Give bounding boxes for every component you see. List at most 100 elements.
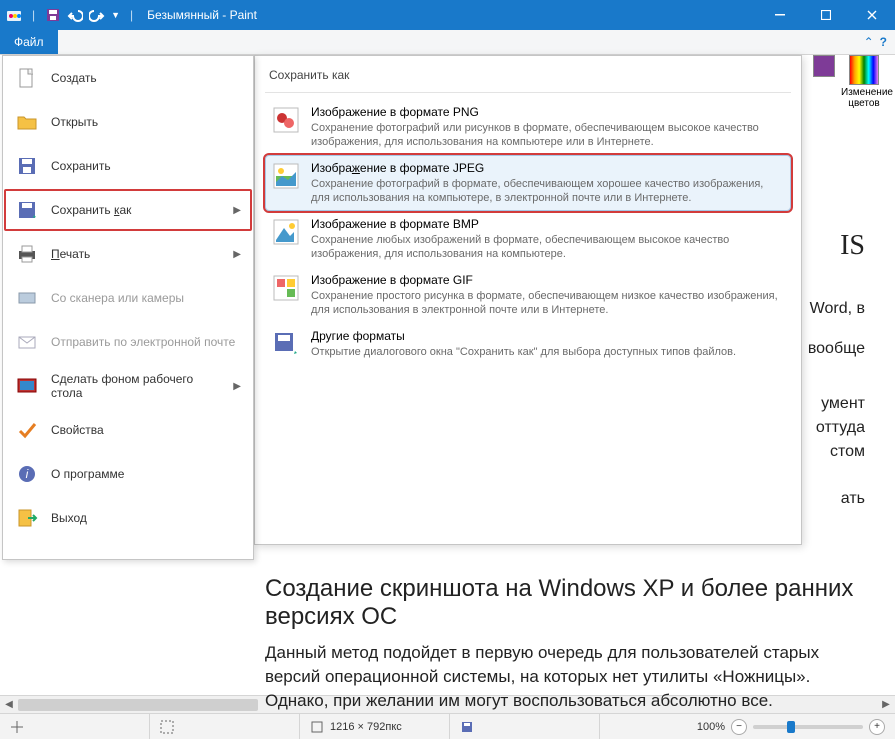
save-as-png[interactable]: Изображение в формате PNG Сохранение фот… (265, 99, 791, 155)
zoom-out-button[interactable]: − (731, 719, 747, 735)
menu-label: Создать (51, 71, 97, 85)
png-icon (271, 105, 301, 135)
scroll-left-icon[interactable]: ◀ (0, 697, 18, 713)
scanner-icon (15, 286, 39, 310)
item-title: Изображение в формате GIF (311, 273, 785, 287)
menu-about[interactable]: i О программе (3, 452, 253, 496)
save-as-icon (15, 198, 39, 222)
qa-dropdown-icon[interactable]: ▼ (111, 10, 120, 20)
close-button[interactable] (849, 0, 895, 30)
chevron-right-icon: ▶ (233, 205, 241, 216)
exit-icon (15, 506, 39, 530)
save-icon (15, 154, 39, 178)
scroll-thumb[interactable] (18, 699, 258, 711)
content-fragment: Word, в (810, 300, 865, 318)
save-as-gif[interactable]: Изображение в формате GIF Сохранение про… (265, 267, 791, 323)
menu-label: Печать (51, 247, 90, 261)
menu-save[interactable]: Сохранить (3, 144, 253, 188)
menu-label: О программе (51, 467, 124, 481)
content-paragraph: Данный метод подойдет в первую очередь д… (265, 641, 875, 713)
chevron-right-icon: ▶ (233, 249, 241, 260)
content-fragment: оттуда (816, 419, 865, 437)
other-formats-icon (271, 329, 301, 359)
selection-icon (160, 720, 174, 734)
color-swatch[interactable] (813, 55, 835, 77)
save-as-jpeg[interactable]: Изображение в формате JPEG Сохранение фо… (265, 155, 791, 211)
zoom-in-button[interactable]: + (869, 719, 885, 735)
disk-icon (460, 720, 474, 734)
undo-icon[interactable] (67, 7, 83, 23)
item-title: Изображение в формате BMP (311, 217, 785, 231)
content-heading: Создание скриншота на Windows XP и более… (265, 575, 875, 631)
gif-icon (271, 273, 301, 303)
svg-text:i: i (26, 467, 29, 481)
menu-save-as[interactable]: Сохранить как ▶ (3, 188, 253, 232)
window-title: Безымянный - Paint (147, 8, 257, 22)
open-folder-icon (15, 110, 39, 134)
chevron-right-icon: ▶ (233, 381, 241, 392)
titlebar: | ▼ | Безымянный - Paint (0, 0, 895, 30)
item-description: Сохранение простого рисунка в формате, о… (311, 289, 785, 317)
item-description: Сохранение фотографий или рисунков в фор… (311, 121, 785, 149)
app-icon (6, 7, 22, 23)
zoom-value: 100% (697, 721, 725, 733)
scroll-right-icon[interactable]: ▶ (877, 697, 895, 713)
content-fragment: ать (841, 490, 865, 508)
menu-label: Свойства (51, 423, 104, 437)
rainbow-icon (849, 55, 879, 85)
menu-set-wallpaper[interactable]: Сделать фоном рабочего стола ▶ (3, 364, 253, 408)
item-title: Другие форматы (311, 329, 736, 343)
save-icon[interactable] (45, 7, 61, 23)
size-icon (310, 720, 324, 734)
edit-colors-label: Изменение цветов (841, 87, 887, 109)
item-description: Сохранение фотографий в формате, обеспеч… (311, 177, 785, 205)
menu-print[interactable]: Печать ▶ (3, 232, 253, 276)
ribbon-tabs: Файл ⌃ ? (0, 30, 895, 55)
print-icon (15, 242, 39, 266)
size-value: 1216 × 792пкс (330, 721, 402, 733)
bmp-icon (271, 217, 301, 247)
zoom-slider[interactable] (753, 725, 863, 729)
help-icon[interactable]: ? (880, 35, 887, 49)
new-file-icon (15, 66, 39, 90)
menu-label: Выход (51, 511, 87, 525)
menu-label: Сохранить как (51, 203, 131, 217)
save-as-bmp[interactable]: Изображение в формате BMP Сохранение люб… (265, 211, 791, 267)
info-icon: i (15, 462, 39, 486)
cursor-icon (10, 720, 24, 734)
maximize-button[interactable] (803, 0, 849, 30)
zoom-control: 100% − + (687, 719, 895, 735)
item-description: Сохранение любых изображений в формате, … (311, 233, 785, 261)
mail-icon (15, 330, 39, 354)
separator: | (32, 8, 35, 22)
color-group: Изменение цветов (813, 55, 887, 109)
menu-label: Сделать фоном рабочего стола (51, 372, 221, 400)
menu-label: Открыть (51, 115, 98, 129)
status-cursor (0, 714, 150, 739)
menu-properties[interactable]: Свойства (3, 408, 253, 452)
menu-open[interactable]: Открыть (3, 100, 253, 144)
file-menu: Создать Открыть Сохранить Сохранить как … (2, 55, 254, 560)
redo-icon[interactable] (89, 7, 105, 23)
item-description: Открытие диалогового окна "Сохранить как… (311, 345, 736, 359)
minimize-button[interactable] (757, 0, 803, 30)
submenu-title: Сохранить как (265, 64, 791, 93)
zoom-thumb[interactable] (787, 721, 795, 733)
menu-label: Сохранить (51, 159, 111, 173)
menu-from-scanner: Со сканера или камеры (3, 276, 253, 320)
content-fragment: умент (821, 395, 865, 413)
jpeg-icon (271, 161, 301, 191)
edit-colors-button[interactable]: Изменение цветов (841, 55, 887, 109)
item-title: Изображение в формате JPEG (311, 161, 785, 175)
content-fragment: IS (840, 230, 865, 262)
menu-exit[interactable]: Выход (3, 496, 253, 540)
menu-send-email: Отправить по электронной почте (3, 320, 253, 364)
checkmark-icon (15, 418, 39, 442)
separator: | (130, 8, 133, 22)
save-as-other[interactable]: Другие форматы Открытие диалогового окна… (265, 323, 791, 365)
menu-new[interactable]: Создать (3, 56, 253, 100)
ribbon-collapse-icon[interactable]: ⌃ (864, 35, 874, 49)
content-fragment: вообще (808, 340, 865, 358)
menu-label: Отправить по электронной почте (51, 335, 235, 349)
file-tab[interactable]: Файл (0, 30, 58, 54)
